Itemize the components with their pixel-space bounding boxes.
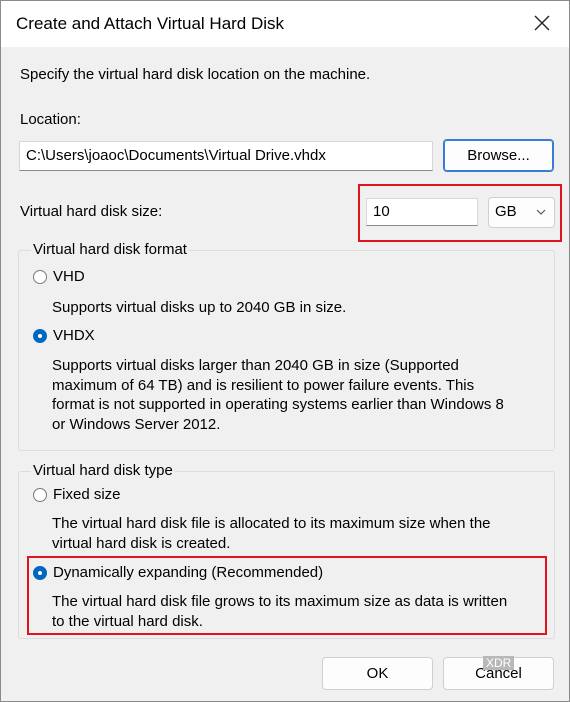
description-line: or Windows Server 2012. <box>52 415 221 433</box>
intro-text: Specify the virtual hard disk location o… <box>20 66 371 83</box>
vhdx-radio[interactable] <box>33 329 47 343</box>
description-line: format is not supported in operating sys… <box>52 396 504 413</box>
dynamic-highlight-box <box>27 556 547 635</box>
description-line: Supports virtual disks up to 2040 GB in … <box>52 299 347 316</box>
description-line: The virtual hard disk file is allocated … <box>52 515 491 532</box>
description-line: Supports virtual disks larger than 2040 … <box>52 357 459 374</box>
format-group-label: Virtual hard disk format <box>31 241 189 258</box>
description-line: maximum of 64 TB) and is resilient to po… <box>52 376 475 394</box>
fixed-size-radio[interactable] <box>33 488 47 502</box>
close-icon <box>534 15 550 31</box>
dialog-window: Create and Attach Virtual Hard Disk Spec… <box>0 0 570 702</box>
size-label: Virtual hard disk size: <box>20 203 163 220</box>
ok-button[interactable]: OK <box>322 657 433 690</box>
vhd-radio[interactable] <box>33 270 47 284</box>
location-input[interactable]: C:\Users\joaoc\Documents\Virtual Drive.v… <box>19 141 433 171</box>
size-highlight-box <box>358 184 562 242</box>
title-bar: Create and Attach Virtual Hard Disk <box>1 1 569 47</box>
type-group-label: Virtual hard disk type <box>31 462 175 479</box>
window-title: Create and Attach Virtual Hard Disk <box>16 14 285 33</box>
watermark-logo: XDR <box>483 656 515 670</box>
browse-button[interactable]: Browse... <box>443 139 554 172</box>
vhd-description: Supports virtual disks up to 2040 GB in … <box>52 298 346 318</box>
vhdx-description: Supports virtual disks larger than 2040 … <box>52 356 504 434</box>
fixed-size-label[interactable]: Fixed size <box>53 486 121 503</box>
description-line: virtual hard disk is created. <box>52 534 231 552</box>
fixed-size-description: The virtual hard disk file is allocated … <box>52 514 491 553</box>
close-button[interactable] <box>529 10 555 36</box>
vhd-label[interactable]: VHD <box>53 268 85 285</box>
vhdx-label[interactable]: VHDX <box>53 327 95 344</box>
location-label: Location: <box>20 111 81 128</box>
